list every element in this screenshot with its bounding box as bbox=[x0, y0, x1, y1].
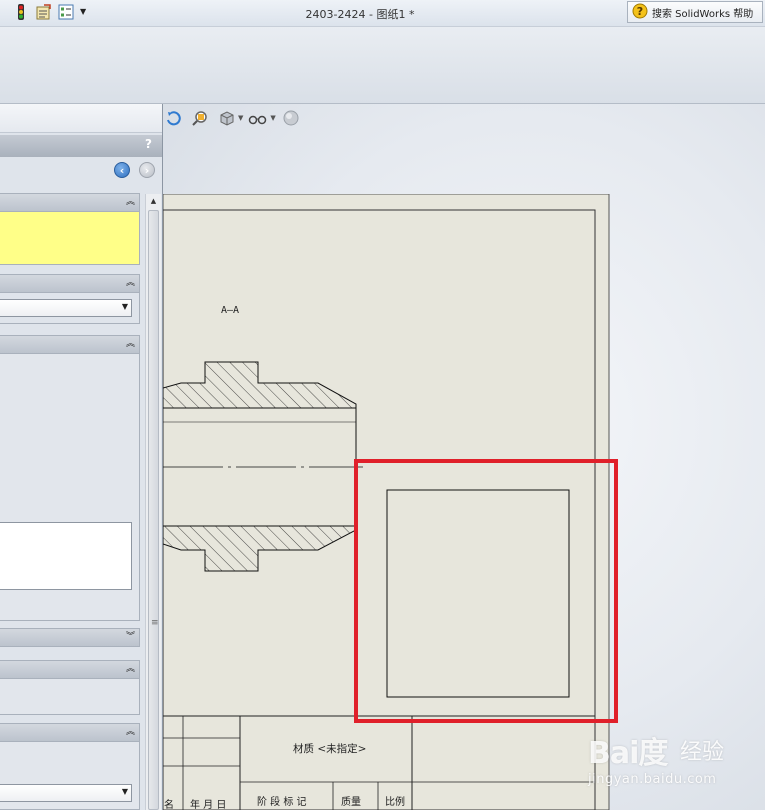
scroll-thumb[interactable]: ≡ bbox=[148, 210, 159, 810]
zoom-to-area-icon[interactable] bbox=[189, 109, 211, 127]
help-search-text: 搜索 SolidWorks 帮助 bbox=[652, 8, 754, 20]
options-group: ︽ bbox=[0, 335, 140, 621]
panel-tabs-strip bbox=[0, 104, 162, 133]
collapse-up-icon[interactable]: ︽ bbox=[126, 337, 135, 351]
section-b-header[interactable]: ︽ bbox=[0, 661, 139, 679]
baidu-watermark: Bai度 经验 jingyan.baidu.com bbox=[588, 722, 765, 802]
highlight-box bbox=[354, 459, 618, 723]
collapse-up-icon[interactable]: ︽ bbox=[126, 725, 135, 739]
options-listbox[interactable] bbox=[0, 522, 132, 590]
collapse-up-icon[interactable]: ︽ bbox=[126, 662, 135, 676]
collapse-up-icon[interactable]: ︽ bbox=[126, 195, 135, 209]
scale-label: 比例 bbox=[385, 795, 405, 808]
stage-mark-label: 阶 段 标 记 bbox=[257, 795, 307, 808]
title-bar: ▼ 2403-2424 - 图纸1 * ? 搜索 SolidWorks 帮助 bbox=[0, 0, 765, 27]
hide-show-dropdown-icon[interactable]: ▼ bbox=[270, 114, 275, 122]
apply-scene-icon[interactable] bbox=[280, 109, 302, 127]
collapsed-group-header[interactable]: ︾ bbox=[0, 629, 139, 646]
section-c-group: ︽ ▼ bbox=[0, 723, 140, 810]
rotate-view-icon[interactable] bbox=[163, 109, 185, 127]
property-manager: ? ‹ › ︽ ︽ ▼ ︽ ︾ ︽ ︽ ▼ ▲ ≡ bbox=[0, 104, 163, 810]
graphics-area[interactable]: ▼ ▼ A—A 材质 <未指定> 阶 段 标 记 质量 比例 年 月 日 名 B… bbox=[163, 104, 765, 810]
scroll-up-icon[interactable]: ▲ bbox=[146, 194, 161, 208]
collapse-up-icon[interactable]: ︽ bbox=[126, 276, 135, 290]
message-group-header[interactable]: ︽ bbox=[0, 194, 139, 212]
help-question-icon: ? bbox=[632, 3, 648, 22]
display-style-icon[interactable] bbox=[215, 109, 237, 127]
watermark-url: jingyan.baidu.com bbox=[588, 772, 717, 787]
window-title: 2403-2424 - 图纸1 * bbox=[305, 8, 415, 21]
options-group-header[interactable]: ︽ bbox=[0, 336, 139, 354]
material-label: 材质 <未指定> bbox=[293, 742, 366, 755]
panel-header: ? bbox=[0, 135, 162, 157]
forward-arrow-icon[interactable]: › bbox=[139, 162, 155, 178]
date-label: 年 月 日 bbox=[190, 798, 226, 810]
view-selection-header[interactable]: ︽ bbox=[0, 275, 139, 293]
panel-scrollbar[interactable]: ▲ ≡ bbox=[145, 194, 161, 810]
section-label: A—A bbox=[221, 305, 239, 316]
message-box bbox=[0, 212, 139, 264]
section-c-dropdown[interactable]: ▼ bbox=[0, 784, 132, 802]
mass-label: 质量 bbox=[341, 796, 361, 808]
hide-show-items-icon[interactable] bbox=[247, 109, 269, 127]
view-selection-dropdown[interactable]: ▼ bbox=[0, 299, 132, 317]
help-search-box[interactable]: ? 搜索 SolidWorks 帮助 bbox=[627, 1, 763, 23]
chevron-down-icon: ▼ bbox=[121, 302, 128, 311]
watermark-logo: Bai度 bbox=[588, 736, 668, 771]
collapsed-group: ︾ bbox=[0, 628, 140, 647]
section-b-group: ︽ bbox=[0, 660, 140, 715]
back-arrow-icon[interactable]: ‹ bbox=[114, 162, 130, 178]
scroll-grip-icon: ≡ bbox=[151, 618, 159, 628]
panel-help-button[interactable]: ? bbox=[145, 137, 152, 151]
watermark-sub: 经验 bbox=[680, 740, 725, 765]
name-label-fragment: 名 bbox=[164, 798, 174, 810]
svg-text:?: ? bbox=[637, 5, 643, 18]
heads-up-toolbar: ▼ ▼ bbox=[163, 108, 302, 128]
command-ribbon bbox=[0, 27, 765, 104]
view-selection-group: ︽ ▼ bbox=[0, 274, 140, 324]
message-group: ︽ bbox=[0, 193, 140, 265]
display-style-dropdown-icon[interactable]: ▼ bbox=[238, 114, 243, 122]
expand-down-icon[interactable]: ︾ bbox=[126, 630, 135, 644]
section-c-header[interactable]: ︽ bbox=[0, 724, 139, 742]
chevron-down-icon: ▼ bbox=[121, 787, 128, 796]
